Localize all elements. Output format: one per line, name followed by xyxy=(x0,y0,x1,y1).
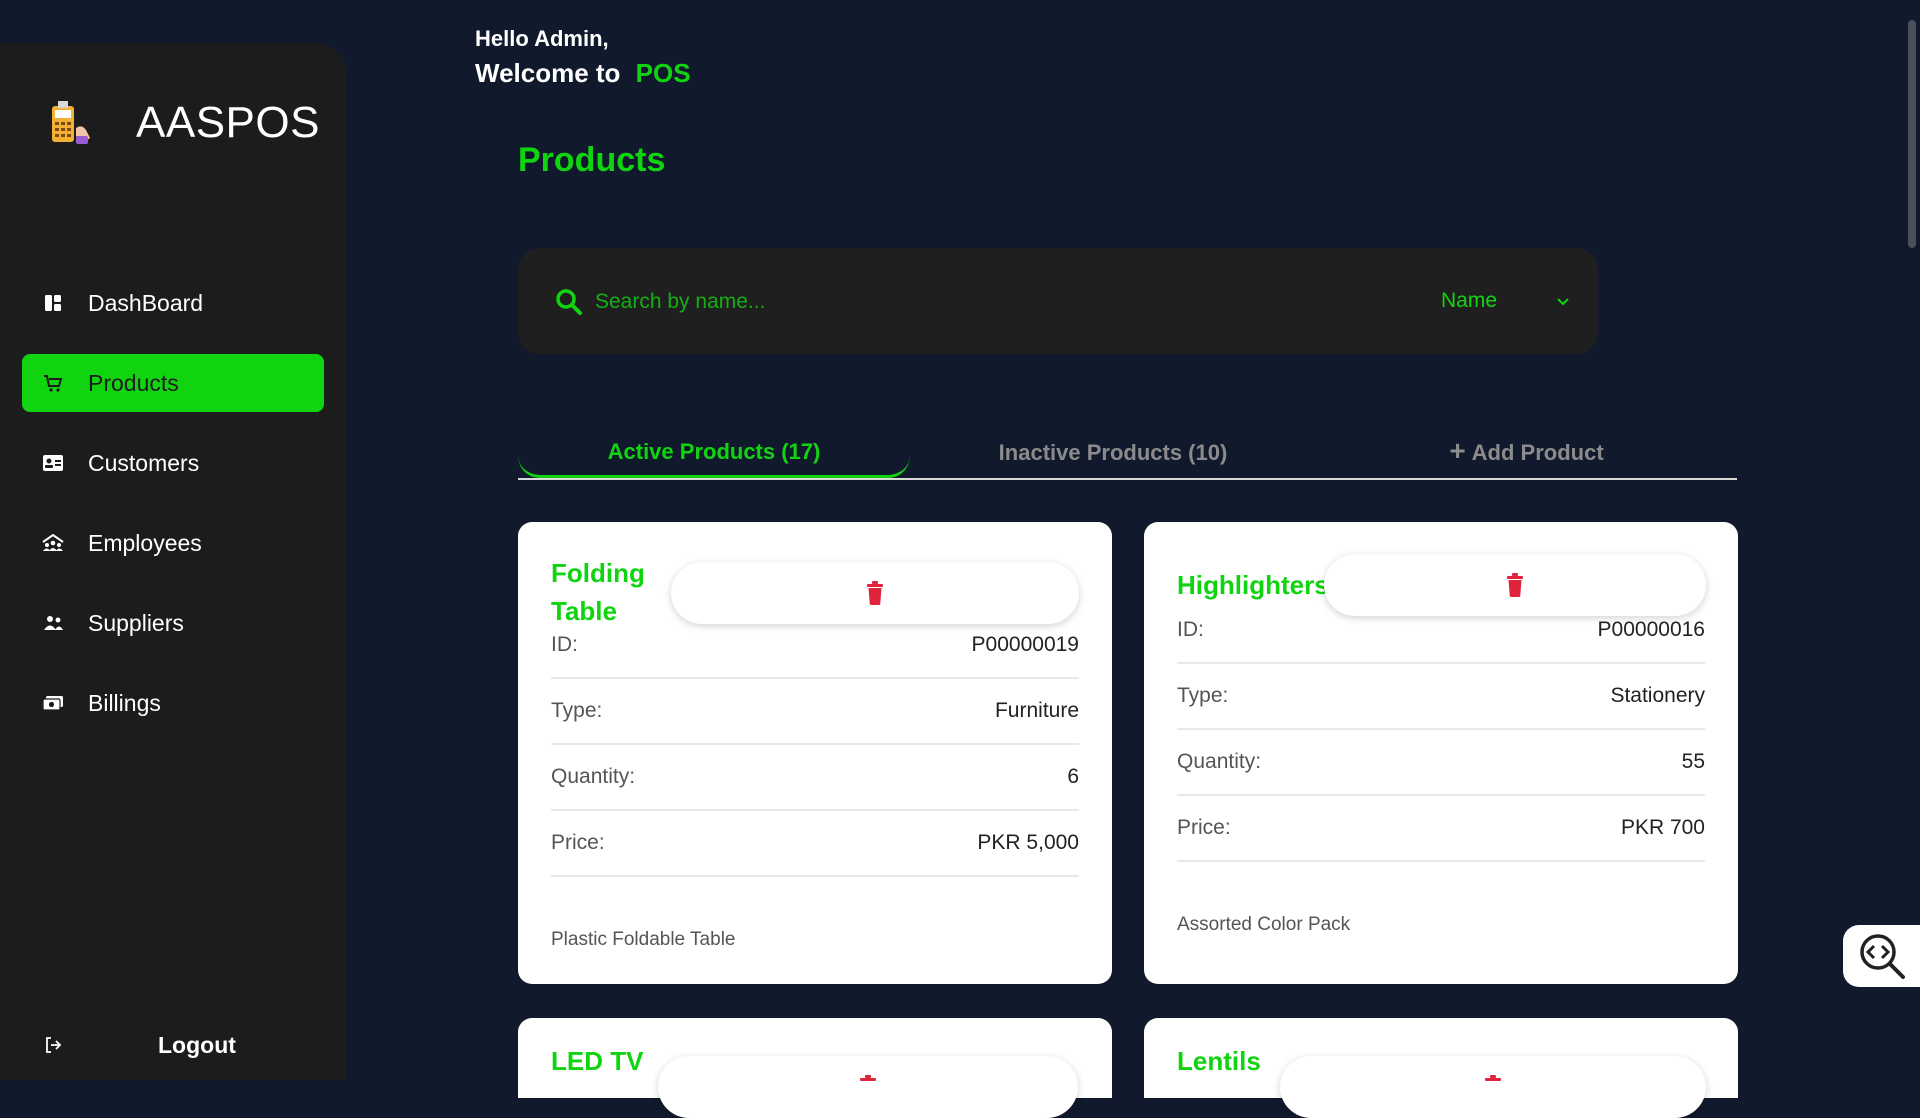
delete-button[interactable] xyxy=(1280,1056,1706,1118)
product-quantity: 6 xyxy=(1067,765,1079,788)
tab-active-products[interactable]: Active Products (17) xyxy=(518,428,910,478)
brand[interactable]: AASPOS xyxy=(46,98,320,148)
product-quantity-row: Quantity: 6 xyxy=(551,745,1079,811)
sidebar-item-employees[interactable]: Employees xyxy=(22,514,324,572)
product-price-row: Price: PKR 700 xyxy=(1177,796,1705,862)
product-id: P00000016 xyxy=(1597,618,1705,641)
product-type: Furniture xyxy=(994,699,1079,722)
price-label: Price: xyxy=(1177,816,1231,839)
product-description: Plastic Foldable Table xyxy=(551,929,736,950)
sidebar-item-products[interactable]: Products xyxy=(22,354,324,412)
quantity-label: Quantity: xyxy=(551,765,636,788)
page-scrollbar[interactable] xyxy=(1908,20,1916,248)
sidebar-item-billings[interactable]: Billings xyxy=(22,674,324,732)
sidebar-item-dashboard[interactable]: DashBoard xyxy=(22,274,324,332)
pos-terminal-logo-icon xyxy=(52,101,90,144)
price-label: Price: xyxy=(551,831,605,854)
product-description: Assorted Color Pack xyxy=(1177,914,1351,935)
money-icon xyxy=(42,692,64,714)
delete-button[interactable] xyxy=(658,1056,1078,1118)
quantity-label: Quantity: xyxy=(1177,750,1262,773)
product-card: LED TV xyxy=(518,1018,1112,1118)
type-label: Type: xyxy=(1177,684,1229,707)
product-quantity: 55 xyxy=(1681,750,1705,773)
sidebar: AASPOS DashBoard Products Customers Empl… xyxy=(0,43,346,1080)
product-details: ID: P00000016 Type: Stationery Quantity: 55… xyxy=(1177,598,1705,862)
sidebar-item-customers[interactable]: Customers xyxy=(22,434,324,492)
brand-name: AASPOS xyxy=(136,98,320,147)
product-id-row: ID: P00000019 xyxy=(551,613,1079,679)
sidebar-item-label: Billings xyxy=(88,689,161,716)
users-icon xyxy=(42,612,64,634)
greeting-hello: Hello Admin, xyxy=(475,26,609,51)
chevron-down-icon xyxy=(1557,298,1569,306)
code-inspector-button[interactable] xyxy=(1843,925,1920,987)
search-icon xyxy=(556,289,582,315)
logout-label: Logout xyxy=(158,1031,236,1058)
search-bar: Name xyxy=(518,248,1598,354)
product-card: Lentils xyxy=(1144,1018,1738,1118)
sidebar-item-suppliers[interactable]: Suppliers xyxy=(22,594,324,652)
sidebar-item-label: Employees xyxy=(88,529,202,556)
product-name: LED TV xyxy=(551,1046,644,1076)
trash-icon xyxy=(1485,1075,1501,1081)
product-id-row: ID: P00000016 xyxy=(1177,598,1705,664)
id-label: ID: xyxy=(551,633,578,656)
product-price: PKR 5,000 xyxy=(977,831,1079,854)
product-type-row: Type: Furniture xyxy=(551,679,1079,745)
search-input[interactable] xyxy=(593,284,1397,320)
product-type-row: Type: Stationery xyxy=(1177,664,1705,730)
tab-add-product[interactable]: + Add Product xyxy=(1316,428,1737,478)
product-card: Highlighters ID: P00000016 Type: Stationer… xyxy=(1144,522,1738,984)
product-quantity-row: Quantity: 55 xyxy=(1177,730,1705,796)
sort-select-value: Name xyxy=(1441,289,1498,312)
employees-icon xyxy=(42,532,64,554)
sidebar-item-label: DashBoard xyxy=(88,289,204,316)
dashboard-icon xyxy=(42,292,64,314)
plus-icon: + xyxy=(1449,435,1466,466)
sidebar-item-label: Suppliers xyxy=(88,609,184,636)
code-search-icon xyxy=(1859,934,1905,979)
page-title: Products xyxy=(518,141,666,179)
id-label: ID: xyxy=(1177,618,1204,641)
greeting-welcome-text: Welcome to xyxy=(475,58,621,88)
greeting-welcome: Welcome to POS xyxy=(475,58,691,89)
trash-icon xyxy=(867,581,883,605)
product-price: PKR 700 xyxy=(1620,816,1705,839)
product-name: Lentils xyxy=(1177,1046,1261,1076)
sidebar-item-label: Customers xyxy=(88,449,200,476)
tab-inactive-products[interactable]: Inactive Products (10) xyxy=(910,428,1316,478)
sort-select[interactable]: Name xyxy=(1441,284,1571,318)
sidebar-nav: DashBoard Products Customers Employees S… xyxy=(22,274,324,754)
id-card-icon xyxy=(42,452,64,474)
product-type: Stationery xyxy=(1610,684,1705,707)
type-label: Type: xyxy=(551,699,603,722)
trash-icon xyxy=(1507,573,1523,597)
greeting-app-name: POS xyxy=(635,58,691,88)
product-id: P00000019 xyxy=(971,633,1079,656)
logout-button[interactable]: Logout xyxy=(22,1010,324,1080)
sidebar-item-label: Products xyxy=(88,369,179,396)
trash-icon xyxy=(860,1075,876,1081)
product-card: Folding Table ID: P00000019 Type: Furnitur… xyxy=(518,522,1112,984)
product-details: ID: P00000019 Type: Furniture Quantity: 6 P… xyxy=(551,613,1079,877)
cart-icon xyxy=(42,372,64,394)
logout-icon xyxy=(42,1034,64,1056)
product-price-row: Price: PKR 5,000 xyxy=(551,811,1079,877)
tab-add-product-label: Add Product xyxy=(1471,440,1604,465)
product-tabs: Active Products (17) Inactive Products (… xyxy=(518,428,1737,480)
